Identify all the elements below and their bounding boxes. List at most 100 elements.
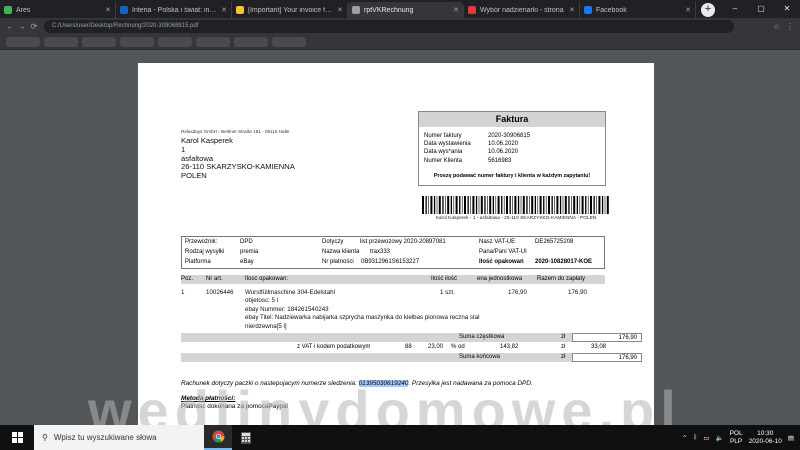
- tracking-note: Rachunek dotyczy paczki o nastepujacym n…: [181, 380, 533, 387]
- language-indicator[interactable]: POL PLP: [730, 430, 743, 446]
- bookmark-item[interactable]: [120, 37, 154, 47]
- barcode-bar: [478, 196, 480, 214]
- tab-close-icon[interactable]: ✕: [453, 6, 459, 14]
- tab-2[interactable]: [Important] Your invoice from ✕: [232, 2, 348, 18]
- recipient-name: Karol Kasperek: [181, 136, 233, 145]
- barcode-bar: [497, 196, 500, 214]
- bookmark-item[interactable]: [196, 37, 230, 47]
- barcode-bar: [545, 196, 547, 214]
- tab-title: rptVKRechnung: [364, 6, 414, 14]
- star-icon[interactable]: ☆: [773, 22, 780, 31]
- url-input[interactable]: C:/Users/user/Desktop/Rechnung/2020-3090…: [44, 20, 734, 33]
- start-button[interactable]: [0, 425, 34, 450]
- new-tab-button[interactable]: +: [701, 3, 715, 17]
- maximize-button[interactable]: ▢: [748, 0, 774, 18]
- bookmark-item[interactable]: [6, 37, 40, 47]
- tab-title: Wybór nadzienarki - strona: [480, 6, 564, 14]
- search-icon: ⚲: [42, 433, 48, 442]
- taskbar-search[interactable]: ⚲ Wpisz tu wyszukiwane słowa: [34, 425, 204, 450]
- taskbar-calculator[interactable]: [232, 425, 260, 450]
- barcode-bar: [464, 196, 466, 214]
- barcode-bar: [590, 196, 592, 214]
- tracking-note-suffix: . Przesylka jest nadawana za pomoca DPD.: [408, 380, 533, 387]
- pdf-viewer[interactable]: Relaxdays GmbH - Berliner Straße 191 - 0…: [0, 50, 800, 425]
- barcode-bar: [571, 196, 572, 214]
- close-window-button[interactable]: ✕: [774, 0, 800, 18]
- subtotal-row: Suma częstkowa zł 176,90: [181, 333, 642, 342]
- vat-row-rate: 23,00: [428, 344, 444, 350]
- tab-close-icon[interactable]: ✕: [221, 6, 227, 14]
- taskbar-chrome[interactable]: [204, 425, 232, 450]
- bookmark-item[interactable]: [272, 37, 306, 47]
- client-name-value: trax333: [370, 249, 391, 255]
- carrier-label: Przewoźnik:: [185, 239, 218, 245]
- barcode-bar: [489, 196, 492, 214]
- col-total: Razem do zapłaty: [537, 276, 586, 282]
- address-bar: ← → ⟳ C:/Users/user/Desktop/Rechnung/202…: [0, 18, 800, 35]
- bluetooth-icon[interactable]: ᛒ: [693, 434, 697, 441]
- clock[interactable]: 10:30 2020-06-10: [749, 430, 782, 446]
- barcode-bar: [568, 196, 570, 214]
- subtotal-label: Suma częstkowa: [459, 334, 505, 340]
- barcode-bar: [601, 196, 604, 214]
- reload-icon[interactable]: ⟳: [28, 22, 40, 31]
- menu-icon[interactable]: ⋮: [786, 22, 794, 31]
- invoice-meta-row: Data wys*ania 10.06.2020: [424, 148, 605, 156]
- bookmark-item[interactable]: [44, 37, 78, 47]
- invoice-title: Faktura: [419, 112, 605, 127]
- vat-row-pct: % od: [451, 344, 465, 350]
- tab-favicon-icon: [4, 6, 12, 14]
- back-icon[interactable]: ←: [4, 22, 16, 31]
- barcode-bar: [509, 196, 511, 214]
- tab-close-icon[interactable]: ✕: [337, 6, 343, 14]
- invoice-meta-value: 10.06.2020: [488, 141, 519, 148]
- total-value: 176,90: [572, 353, 642, 362]
- bookmark-item[interactable]: [158, 37, 192, 47]
- network-icon[interactable]: ▭: [703, 434, 709, 442]
- barcode-bar: [514, 196, 517, 214]
- minimize-button[interactable]: –: [722, 0, 748, 18]
- chevron-up-icon[interactable]: ⌃: [682, 434, 687, 442]
- tab-4[interactable]: Wybór nadzienarki - strona ✕: [464, 2, 580, 18]
- col-pos: Poz.: [181, 276, 194, 282]
- barcode-bar: [461, 196, 463, 214]
- tab-3[interactable]: rptVKRechnung ✕: [348, 2, 464, 18]
- col-unit-price: ena jednostkowa: [477, 276, 523, 282]
- tab-0[interactable]: Ares ✕: [0, 2, 116, 18]
- recipient-address: Karol Kasperek 1 asfaltowa 26-110 SKARZY…: [181, 136, 295, 181]
- vat-value: DE265725208: [535, 239, 574, 245]
- bookmark-item[interactable]: [82, 37, 116, 47]
- tab-close-icon[interactable]: ✕: [569, 6, 575, 14]
- forward-icon[interactable]: →: [16, 22, 28, 31]
- barcode-bar: [517, 196, 520, 214]
- notification-icon[interactable]: ▤: [788, 434, 794, 442]
- volume-icon[interactable]: 🔈: [715, 434, 723, 442]
- bookmark-item[interactable]: [234, 37, 268, 47]
- col-desc: Ilosc opakowan:: [245, 276, 289, 282]
- tracking-number[interactable]: 01395030619240: [358, 380, 409, 387]
- barcode-bar: [503, 196, 505, 214]
- barcode-bar: [425, 196, 427, 214]
- tab-5[interactable]: Facebook ✕: [580, 2, 696, 18]
- barcode-bar: [430, 196, 433, 214]
- barcode-bar: [475, 196, 478, 214]
- barcode-bar: [587, 196, 589, 214]
- invoice-meta-row: Numer faktury 2020-30906815: [424, 132, 605, 140]
- barcode-bar: [470, 196, 471, 214]
- tab-favicon-icon: [468, 6, 476, 14]
- barcode-bar: [573, 196, 576, 214]
- barcode-bar: [556, 196, 559, 214]
- tab-strip: Ares✕Interia - Polska i świat: informacj…: [0, 0, 696, 18]
- taskbar: ⚲ Wpisz tu wyszukiwane słowa ⌃ ᛒ ▭ 🔈 POL…: [0, 425, 800, 450]
- barcode-bar: [534, 196, 536, 214]
- barcode-bar: [433, 196, 436, 214]
- barcode-bar: [559, 196, 562, 214]
- invoice-meta-value: 5616983: [488, 157, 512, 164]
- barcode-bar: [554, 196, 555, 214]
- item-qty: 1 szt.: [440, 289, 455, 296]
- item-volume: objetosc: 5 l: [245, 297, 279, 305]
- platform-value: eBay: [240, 259, 254, 265]
- tab-1[interactable]: Interia - Polska i świat: informacje✕: [116, 2, 232, 18]
- tab-close-icon[interactable]: ✕: [105, 6, 111, 14]
- tab-close-icon[interactable]: ✕: [685, 6, 691, 14]
